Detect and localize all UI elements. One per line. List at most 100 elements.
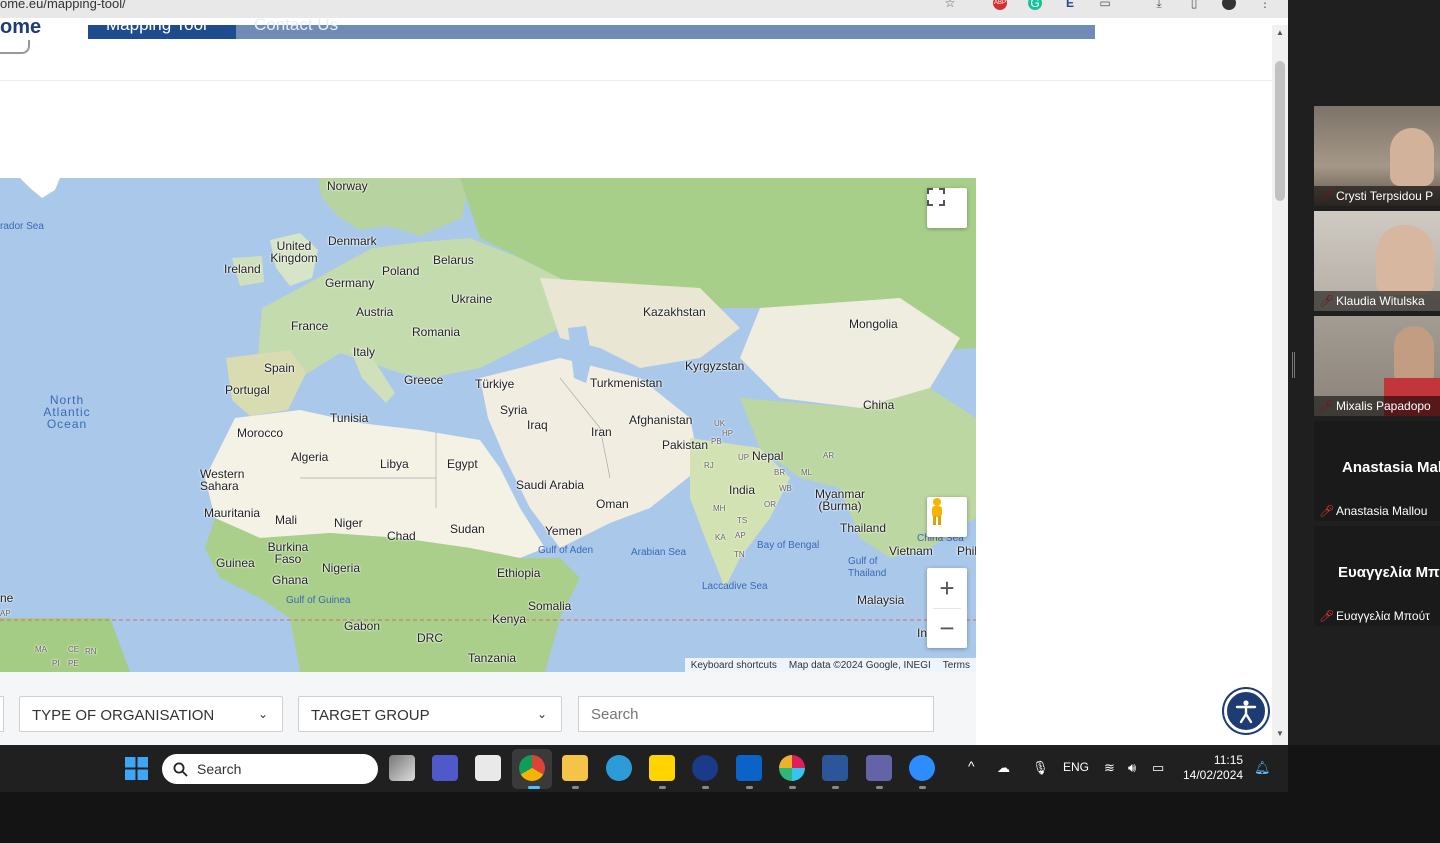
chevron-down-icon: ⌄ (536, 707, 547, 721)
map-label-ocean: North Atlantic Ocean (43, 393, 91, 431)
map-label-iran: Iran (591, 425, 612, 439)
map-label-tunisia: Tunisia (330, 411, 369, 425)
zoom-icon[interactable] (909, 755, 935, 781)
taskbar: Search ^ ☁ 🎙︎ ENG ≋ 🔊︎ ▭ 11:15 14/02/202… (0, 745, 1288, 792)
map-view[interactable]: Norway Denmark United Kingdom Ireland Be… (0, 178, 976, 672)
app-icon[interactable] (692, 755, 718, 781)
app-indicator (572, 786, 579, 789)
zoom-in-icon[interactable]: + (927, 568, 967, 608)
wifi-icon[interactable]: ≋ (1104, 760, 1115, 776)
map-label-nepal: Nepal (752, 449, 784, 463)
onedrive-icon[interactable]: ☁ (997, 760, 1010, 776)
help-icon[interactable] (606, 755, 632, 781)
map-code: OR (764, 500, 776, 509)
task-view-icon[interactable] (389, 755, 415, 781)
scroll-down-icon[interactable]: ▼ (1276, 729, 1284, 738)
type-of-organisation-select[interactable]: TYPE OF ORGANISATION ⌄ (19, 696, 283, 732)
address-bar[interactable]: ome.eu/mapping-tool/ ☆ ABP G E ▭ ⤓ ▯ ⋮ (0, 0, 1288, 18)
star-icon[interactable]: ☆ (943, 0, 957, 10)
select-label: TYPE OF ORGANISATION (32, 707, 215, 724)
map-code: TN (734, 550, 745, 559)
teams-icon[interactable] (432, 755, 458, 781)
app-indicator (702, 786, 709, 789)
menu-icon[interactable]: ⋮ (1258, 0, 1272, 10)
map-label-germany: Germany (325, 276, 375, 290)
notification-bell-icon[interactable]: 🔔︎ (1254, 760, 1271, 776)
system-clock[interactable]: 11:15 14/02/2024 (1183, 753, 1243, 783)
app-indicator (919, 786, 926, 789)
taskbar-search[interactable]: Search (162, 754, 378, 784)
app-indicator (832, 786, 839, 789)
puzzle-icon[interactable]: ▭ (1098, 0, 1112, 10)
scroll-up-icon[interactable]: ▲ (1276, 28, 1284, 37)
map-label-sea: Arabian Sea (631, 547, 687, 558)
nav-item-contact-us[interactable]: Contact Us (254, 15, 338, 35)
participant-tile[interactable]: 🎤︎ Mixalis Papadopo (1314, 316, 1440, 416)
select-label: TARGET GROUP (311, 707, 430, 724)
map-label-portugal: Portugal (225, 383, 270, 397)
map-label-myanmar: Myanmar (Burma) (814, 487, 865, 513)
search-input[interactable] (578, 696, 934, 732)
participant-tile[interactable]: 🎤︎ Klaudia Witulska (1314, 211, 1440, 311)
accessibility-button[interactable] (1224, 689, 1268, 733)
screen: ome.eu/mapping-tool/ ☆ ABP G E ▭ ⤓ ▯ ⋮ o… (0, 0, 1440, 843)
terms-link[interactable]: Terms (943, 660, 970, 671)
teams-work-icon[interactable] (866, 755, 892, 781)
fullscreen-button[interactable] (927, 188, 967, 228)
map-label-belarus: Belarus (433, 253, 474, 267)
screen-bottom-bar (0, 792, 1440, 843)
adblock-icon[interactable]: ABP (993, 0, 1007, 10)
map-label-somalia: Somalia (528, 599, 572, 613)
url-text[interactable]: ome.eu/mapping-tool/ (0, 0, 126, 11)
page-scrollbar[interactable]: ▲ ▼ (1272, 25, 1288, 745)
participant-face (1376, 225, 1434, 295)
map-label-kenya: Kenya (492, 612, 527, 626)
participant-name: Mixalis Papadopo (1314, 396, 1440, 416)
participant-tile[interactable]: 🎤︎ Crysti Terpsidou P (1314, 106, 1440, 206)
sticky-notes-icon[interactable] (649, 755, 675, 781)
app-indicator (746, 786, 753, 789)
nav-item-mapping-tool[interactable]: Mapping Tool (88, 25, 236, 39)
map-code: AR (823, 451, 835, 460)
map-label-kazakhstan: Kazakhstan (643, 305, 706, 319)
header-divider (0, 80, 1272, 81)
map-label-phil: Phil (957, 544, 976, 558)
keyboard-shortcuts-link[interactable]: Keyboard shortcuts (691, 660, 777, 671)
word-icon[interactable] (822, 755, 848, 781)
site-logo[interactable]: ome (0, 16, 41, 39)
map-code: CE (68, 645, 80, 654)
logo-decoration (0, 40, 30, 54)
volume-icon[interactable]: 🔊︎ (1128, 760, 1136, 776)
profile-icon[interactable] (1222, 0, 1236, 10)
explorer-icon[interactable] (562, 755, 588, 781)
map-label-denmark: Denmark (328, 234, 377, 248)
chrome-icon[interactable] (519, 755, 545, 781)
windows-start-icon[interactable] (125, 757, 148, 780)
map-label-mali: Mali (275, 513, 298, 527)
store-icon[interactable] (475, 755, 501, 781)
grammarly-icon[interactable]: G (1028, 0, 1042, 10)
participant-name: Ευαγγελία Μπούτ (1336, 609, 1430, 623)
target-group-select[interactable]: TARGET GROUP ⌄ (298, 696, 562, 732)
slack-icon[interactable] (779, 755, 805, 781)
panel-resize-handle[interactable] (1292, 352, 1295, 378)
sidepanel-icon[interactable]: ▯ (1187, 0, 1201, 10)
battery-icon[interactable]: ▭ (1152, 760, 1164, 776)
microphone-icon[interactable]: 🎙︎ (1032, 760, 1049, 776)
participant-tile[interactable]: Anastasia Mal 🎤︎ Anastasia Mallou (1314, 421, 1440, 521)
scroll-thumb[interactable] (1275, 61, 1285, 201)
map-label-thailand: Thailand (840, 521, 887, 535)
map-code: WB (779, 484, 792, 493)
map-label-india: India (729, 483, 756, 497)
street-view-button[interactable] (927, 497, 967, 537)
map-label-ethiopia: Ethiopia (497, 566, 541, 580)
zoom-out-icon[interactable]: − (927, 609, 967, 648)
participant-face (1390, 128, 1434, 186)
participant-tile[interactable]: Ευαγγελία Μπ 🎤︎ Ευαγγελία Μπούτ (1314, 526, 1440, 626)
extension-icon[interactable]: E (1063, 0, 1077, 10)
download-icon[interactable]: ⤓ (1152, 0, 1166, 10)
outlook-icon[interactable] (736, 755, 762, 781)
map-label-libya: Libya (380, 457, 409, 471)
language-indicator[interactable]: ENG (1063, 760, 1089, 774)
chevron-up-icon[interactable]: ^ (968, 758, 975, 774)
